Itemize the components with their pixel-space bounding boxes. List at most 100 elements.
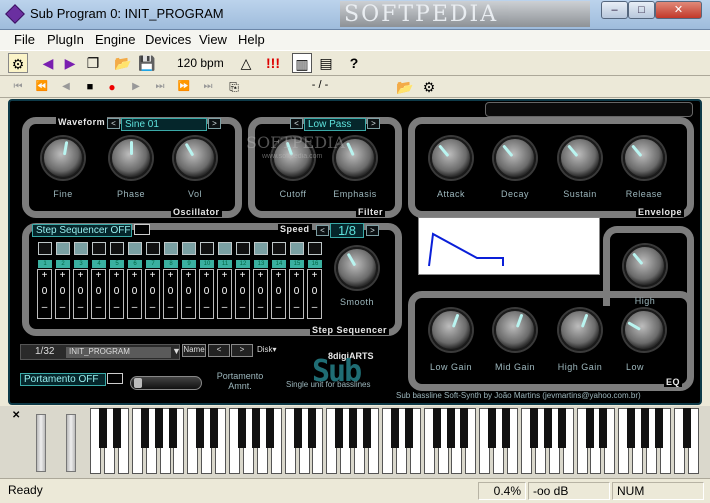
step-minus-button[interactable]: – (308, 302, 321, 313)
attack-knob[interactable] (430, 137, 472, 179)
edit-list-icon[interactable]: ▤ (316, 53, 336, 73)
black-key[interactable] (390, 408, 399, 448)
vol-knob[interactable] (174, 137, 216, 179)
step-minus-button[interactable]: – (38, 302, 51, 313)
step-minus-button[interactable]: – (74, 302, 87, 313)
title-bar[interactable]: Sub Program 0: INIT_PROGRAM SOFTPEDIA – … (0, 0, 710, 30)
step-light[interactable] (308, 242, 322, 255)
menu-devices[interactable]: Devices (145, 32, 191, 47)
black-key[interactable] (335, 408, 344, 448)
back-arrow-icon[interactable]: ◀ (38, 53, 58, 73)
black-key[interactable] (251, 408, 260, 448)
step-minus-button[interactable]: – (236, 302, 249, 313)
high-knob[interactable] (624, 245, 666, 287)
panic-icon[interactable]: !!! (263, 53, 283, 73)
black-key[interactable] (557, 408, 566, 448)
rewind-icon[interactable]: ⏪ (32, 77, 52, 97)
step-light[interactable] (218, 242, 232, 255)
black-key[interactable] (432, 408, 441, 448)
step-light[interactable] (200, 242, 214, 255)
step-light[interactable] (146, 242, 160, 255)
step-plus-button[interactable]: + (128, 270, 141, 281)
forward-arrow-icon[interactable]: ▶ (60, 53, 80, 73)
step-plus-button[interactable]: + (290, 270, 303, 281)
step-minus-button[interactable]: – (56, 302, 69, 313)
step-plus-button[interactable]: + (110, 270, 123, 281)
black-key[interactable] (543, 408, 552, 448)
step-plus-button[interactable]: + (236, 270, 249, 281)
open-folder-icon-2[interactable]: 📂 (395, 77, 415, 97)
program-prev-button[interactable]: < (208, 344, 230, 357)
high-gain-knob[interactable] (559, 309, 601, 351)
step-minus-button[interactable]: – (200, 302, 213, 313)
black-key[interactable] (627, 408, 636, 448)
release-knob[interactable] (623, 137, 665, 179)
step-plus-button[interactable]: + (164, 270, 177, 281)
step-sequencer-toggle[interactable]: Step Sequencer OFF (32, 224, 132, 237)
fast-forward-icon[interactable]: ⏩ (174, 77, 194, 97)
program-selector[interactable]: 1/32 INIT_PROGRAM ▼ (20, 344, 181, 360)
sustain-knob[interactable] (559, 137, 601, 179)
step-plus-button[interactable]: + (56, 270, 69, 281)
low-knob[interactable] (623, 309, 665, 351)
black-key[interactable] (529, 408, 538, 448)
step-plus-button[interactable]: + (308, 270, 321, 281)
black-key[interactable] (112, 408, 121, 448)
step-light[interactable] (290, 242, 304, 255)
step-light[interactable] (254, 242, 268, 255)
window-icon[interactable]: ❐ (83, 53, 103, 73)
program-dropdown-icon[interactable]: ▼ (172, 346, 181, 356)
portamento-slider-thumb[interactable] (134, 378, 142, 388)
black-key[interactable] (293, 408, 302, 448)
step-light[interactable] (38, 242, 52, 255)
step-forward-icon[interactable]: ⏭ (150, 77, 170, 97)
black-key[interactable] (488, 408, 497, 448)
save-icon[interactable]: 💾 (137, 53, 157, 73)
waveform-prev[interactable]: < (107, 118, 120, 129)
play-icon[interactable]: ▶ (126, 77, 146, 97)
help-icon[interactable]: ? (344, 53, 364, 73)
low-gain-knob[interactable] (430, 309, 472, 351)
black-key[interactable] (363, 408, 372, 448)
disk-menu[interactable]: Disk▾ (257, 345, 277, 354)
mod-wheel[interactable] (66, 414, 76, 472)
step-minus-button[interactable]: – (128, 302, 141, 313)
smooth-knob[interactable] (336, 247, 378, 289)
black-key[interactable] (682, 408, 691, 448)
step-light[interactable] (164, 242, 178, 255)
black-key[interactable] (446, 408, 455, 448)
step-plus-button[interactable]: + (254, 270, 267, 281)
step-light[interactable] (182, 242, 196, 255)
step-plus-button[interactable]: + (200, 270, 213, 281)
menu-plugin[interactable]: PlugIn (47, 32, 84, 47)
name-button[interactable]: Name (182, 344, 206, 357)
step-minus-button[interactable]: – (218, 302, 231, 313)
step-light[interactable] (56, 242, 70, 255)
step-light[interactable] (92, 242, 106, 255)
step-light[interactable] (272, 242, 286, 255)
step-minus-button[interactable]: – (272, 302, 285, 313)
step-minus-button[interactable]: – (164, 302, 177, 313)
step-minus-button[interactable]: – (254, 302, 267, 313)
step-plus-button[interactable]: + (92, 270, 105, 281)
black-key[interactable] (140, 408, 149, 448)
step-minus-button[interactable]: – (182, 302, 195, 313)
black-key[interactable] (210, 408, 219, 448)
decay-knob[interactable] (494, 137, 536, 179)
close-button[interactable]: ✕ (655, 1, 702, 19)
waveform-next[interactable]: > (208, 118, 221, 129)
record-icon[interactable]: ● (102, 77, 122, 97)
black-key[interactable] (585, 408, 594, 448)
step-sequencer-checkbox[interactable] (134, 224, 150, 235)
black-key[interactable] (238, 408, 246, 448)
rewind-start-icon[interactable]: ⏮ (8, 77, 28, 97)
program-next-button[interactable]: > (231, 344, 253, 357)
metronome-icon[interactable]: △ (236, 53, 256, 73)
step-back-icon[interactable]: ◀ (56, 77, 76, 97)
filter-prev[interactable]: < (290, 118, 303, 129)
close-keyboard-icon[interactable]: ✕ (12, 410, 20, 421)
settings-icon[interactable]: ⚙ (419, 77, 439, 97)
portamento-toggle[interactable]: Portamento OFF (20, 373, 106, 386)
menu-file[interactable]: File (14, 32, 35, 47)
step-minus-button[interactable]: – (92, 302, 105, 313)
